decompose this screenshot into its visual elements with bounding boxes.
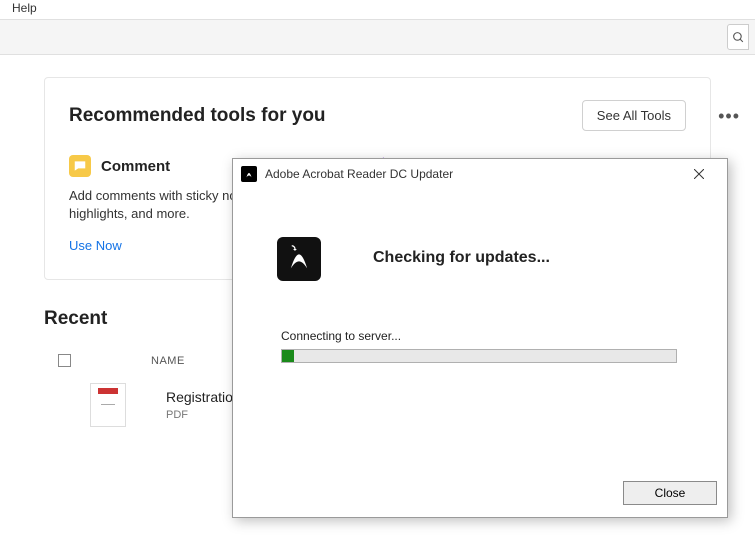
use-now-link[interactable]: Use Now [69, 238, 122, 253]
toolbar [0, 20, 755, 55]
more-options-icon[interactable]: ••• [718, 106, 740, 127]
close-icon [694, 169, 704, 179]
panel-title: Recommended tools for you [69, 105, 326, 127]
dialog-status-text: Connecting to server... [281, 329, 401, 343]
file-name: Registration [166, 389, 241, 405]
search-button[interactable] [727, 24, 749, 50]
search-icon [732, 31, 745, 44]
progress-bar [281, 349, 677, 363]
select-all-checkbox[interactable] [58, 354, 71, 367]
menu-help[interactable]: Help [6, 0, 43, 17]
comment-icon [69, 155, 91, 177]
column-name: NAME [151, 355, 185, 367]
acrobat-update-icon [277, 237, 321, 281]
acrobat-app-icon [241, 166, 257, 182]
dialog-titlebar[interactable]: Adobe Acrobat Reader DC Updater [233, 159, 727, 189]
file-type: PDF [166, 409, 241, 421]
dialog-close-x[interactable] [679, 160, 719, 188]
close-button[interactable]: Close [623, 481, 717, 505]
dialog-title: Adobe Acrobat Reader DC Updater [265, 167, 679, 181]
pdf-thumbnail-icon [90, 383, 126, 427]
updater-dialog: Adobe Acrobat Reader DC Updater Checking… [232, 158, 728, 518]
dialog-heading: Checking for updates... [373, 249, 550, 267]
see-all-tools-button[interactable]: See All Tools [582, 100, 686, 131]
menubar: Help [0, 0, 755, 20]
tool-comment-name: Comment [101, 158, 170, 175]
progress-fill [282, 350, 294, 362]
